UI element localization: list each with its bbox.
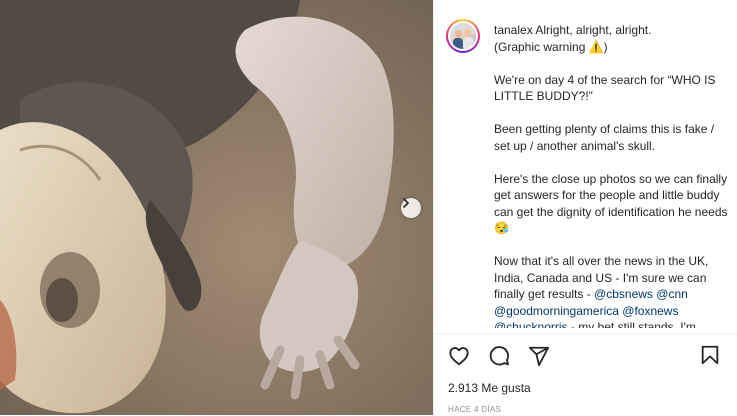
post-actions-bar: 2.913 Me gusta HACE 4 DÍAS xyxy=(434,333,737,416)
mention-goodmorningamerica[interactable]: @goodmorningamerica xyxy=(494,304,619,318)
caption-paragraph-1: We're on day 4 of the search for “WHO IS… xyxy=(494,72,716,104)
avatar[interactable] xyxy=(446,19,480,53)
post-photo[interactable] xyxy=(0,0,433,415)
action-buttons xyxy=(447,344,551,368)
comment-button[interactable] xyxy=(487,344,511,368)
mention-chucknorris[interactable]: @chucknorris xyxy=(494,320,568,328)
bookmark-icon xyxy=(701,345,719,365)
share-button[interactable] xyxy=(527,344,551,368)
avatar-ring xyxy=(448,21,478,51)
caption-intro: Alright, alright, alright. xyxy=(535,23,652,37)
post-photo-illustration xyxy=(0,0,433,415)
caption-paragraph-4-tail: - my bet still stands. I'm xyxy=(570,320,696,328)
caption-paragraph-2: Been getting plenty of claims this is fa… xyxy=(494,122,715,153)
mention-foxnews[interactable]: @foxnews xyxy=(622,304,678,318)
instagram-post: tanalex Alright, alright, alright. (Grap… xyxy=(0,0,737,416)
username-link[interactable]: tanalex xyxy=(494,23,533,37)
avatar-photo xyxy=(450,23,476,49)
caption-paragraph-3: Here's the close up photos so we can fin… xyxy=(494,171,728,236)
mention-cbsnews[interactable]: @cbsnews xyxy=(594,287,653,301)
save-button[interactable] xyxy=(699,344,723,368)
mention-cnn[interactable]: @cnn xyxy=(656,287,688,301)
like-button[interactable] xyxy=(447,344,471,368)
heart-icon xyxy=(449,347,469,366)
paper-plane-icon xyxy=(528,346,550,367)
post-timestamp[interactable]: HACE 4 DÍAS xyxy=(448,405,501,414)
caption-warning: (Graphic warning ⚠️) xyxy=(494,39,608,54)
caption-paragraph-4: Now that it's all over the news in the U… xyxy=(494,253,730,328)
post-side-panel: tanalex Alright, alright, alright. (Grap… xyxy=(433,0,737,416)
carousel-next-button[interactable] xyxy=(401,198,421,218)
comment-icon xyxy=(489,346,509,366)
chevron-right-icon xyxy=(403,198,409,208)
likes-count[interactable]: 2.913 Me gusta xyxy=(448,381,531,395)
caption: tanalex Alright, alright, alright. (Grap… xyxy=(494,22,730,328)
